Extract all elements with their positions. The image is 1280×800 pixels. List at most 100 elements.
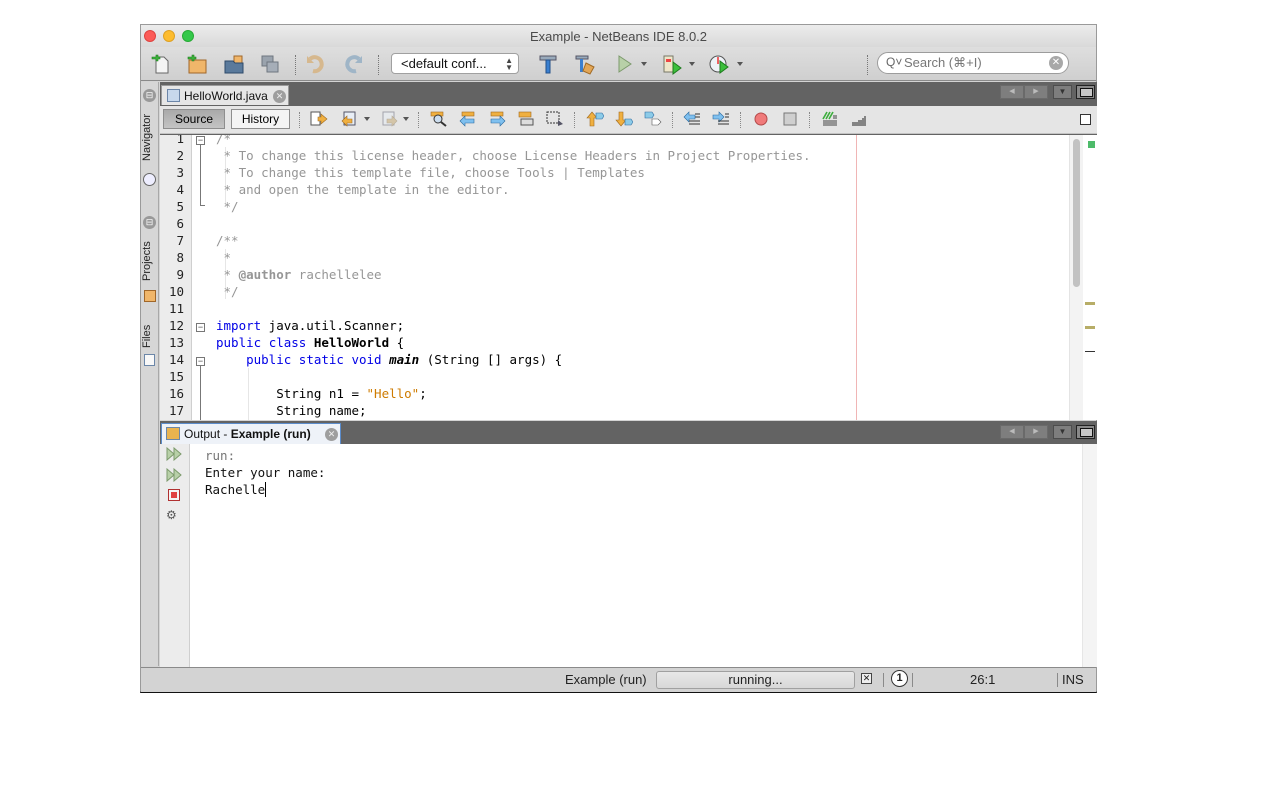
new-project-button[interactable] <box>185 53 209 75</box>
toolbar-separator <box>867 55 868 75</box>
toggle-highlight-search-button[interactable] <box>517 111 535 127</box>
side-tab-projects[interactable]: Projects <box>141 235 159 287</box>
maximize-output-button[interactable] <box>1076 425 1095 439</box>
run-project-button[interactable] <box>613 53 637 75</box>
comment-button[interactable] <box>821 111 839 127</box>
code-line[interactable]: 14 public static void main (String [] ar… <box>160 351 1097 368</box>
shift-line-right-button[interactable] <box>712 111 730 127</box>
scroll-tabs-left-button[interactable]: ◀ <box>1000 85 1024 99</box>
output-tab[interactable]: Output - Example (run) ✕ <box>161 423 341 444</box>
restore-projects-icon[interactable]: ⊟ <box>143 216 156 229</box>
close-tab-icon[interactable]: ✕ <box>273 90 286 103</box>
code-line[interactable]: 12import java.util.Scanner; <box>160 317 1097 334</box>
find-selection-button[interactable] <box>430 111 448 127</box>
uncomment-button[interactable] <box>850 111 868 127</box>
editor-tab-helloworld[interactable]: HelloWorld.java ✕ <box>161 85 289 105</box>
notification-count: 1 <box>896 672 902 684</box>
undo-button[interactable] <box>304 53 328 75</box>
debug-project-button[interactable] <box>660 53 684 75</box>
stop-button[interactable] <box>168 489 180 501</box>
code-line[interactable]: 3 * To change this template file, choose… <box>160 164 1097 181</box>
settings-button[interactable]: ⚙ <box>166 508 177 522</box>
last-edit-button[interactable] <box>310 111 328 127</box>
output-line: run: <box>205 447 235 464</box>
side-tab-navigator[interactable]: Navigator <box>141 108 159 166</box>
stop-macro-recording-button[interactable] <box>781 111 799 127</box>
next-bookmark-button[interactable] <box>615 111 633 127</box>
search-field[interactable]: Q˅ Search (⌘+I) ✕ <box>877 52 1069 74</box>
code-line[interactable]: 11 <box>160 300 1097 317</box>
code-text: * To change this template file, choose T… <box>216 164 645 181</box>
show-opened-documents-button[interactable]: ▼ <box>1053 85 1072 99</box>
code-line[interactable]: 17 String name; <box>160 402 1097 419</box>
scroll-output-tabs-left-button[interactable]: ◀ <box>1000 425 1024 439</box>
task-progress-bar[interactable]: running... <box>656 671 855 689</box>
start-macro-recording-button[interactable] <box>752 111 770 127</box>
output-window-menu-button[interactable]: ▼ <box>1053 425 1072 439</box>
clean-build-button[interactable] <box>573 53 597 75</box>
code-line[interactable]: 8 * <box>160 249 1097 266</box>
debug-dropdown-caret[interactable] <box>689 62 695 66</box>
warning-marker[interactable] <box>1085 302 1095 305</box>
forward-button[interactable] <box>380 111 398 127</box>
code-line[interactable]: 2 * To change this license header, choos… <box>160 147 1097 164</box>
forward-dropdown-caret[interactable] <box>403 117 409 121</box>
previous-bookmark-button[interactable] <box>586 111 604 127</box>
warning-marker[interactable] <box>1085 326 1095 329</box>
code-line[interactable]: 1/* <box>160 135 1097 147</box>
cancel-task-icon[interactable]: ✕ <box>861 673 872 684</box>
run-dropdown-caret[interactable] <box>641 62 647 66</box>
notifications-icon[interactable]: 1 <box>891 670 908 687</box>
code-line[interactable]: 16 String n1 = "Hello"; <box>160 385 1097 402</box>
code-line[interactable]: 9 * @author rachellelee <box>160 266 1097 283</box>
new-file-button[interactable] <box>149 53 173 75</box>
code-editor[interactable]: − − − 1/*2 * To change this license head… <box>160 135 1097 420</box>
toolbar-separator <box>378 55 379 75</box>
split-editor-icon[interactable] <box>1080 114 1091 125</box>
find-next-button[interactable] <box>488 111 506 127</box>
redo-button[interactable] <box>341 53 365 75</box>
source-view-button[interactable]: Source <box>163 109 225 129</box>
maximize-editor-button[interactable] <box>1076 85 1095 99</box>
code-line[interactable]: 4 * and open the template in the editor. <box>160 181 1097 198</box>
code-line[interactable]: 10 */ <box>160 283 1097 300</box>
close-output-tab-icon[interactable]: ✕ <box>325 428 338 441</box>
toggle-bookmark-button[interactable] <box>644 111 662 127</box>
rerun-button[interactable] <box>166 447 182 466</box>
find-previous-button[interactable] <box>459 111 477 127</box>
save-all-button[interactable] <box>258 53 282 75</box>
profile-dropdown-caret[interactable] <box>737 62 743 66</box>
back-button[interactable] <box>341 111 359 127</box>
build-project-button[interactable] <box>536 53 560 75</box>
back-dropdown-caret[interactable] <box>364 117 370 121</box>
open-project-button[interactable] <box>222 53 246 75</box>
editor-vertical-scrollbar[interactable] <box>1069 135 1083 420</box>
clear-search-icon[interactable]: ✕ <box>1049 56 1063 70</box>
code-line[interactable]: 7/** <box>160 232 1097 249</box>
insert-mode[interactable]: INS <box>1062 672 1084 687</box>
code-line[interactable]: 15 <box>160 368 1097 385</box>
scroll-tabs-right-button[interactable]: ▶ <box>1024 85 1048 99</box>
toolbar-separator <box>574 112 575 128</box>
save-all-icon <box>259 53 281 75</box>
line-number: 3 <box>160 164 184 181</box>
configuration-select[interactable]: <default conf... ▲▼ <box>391 53 519 74</box>
profile-project-button[interactable] <box>707 53 731 75</box>
scroll-output-tabs-right-button[interactable]: ▶ <box>1024 425 1048 439</box>
shift-right-icon <box>712 111 730 127</box>
code-line[interactable]: 5 */ <box>160 198 1097 215</box>
toolbar-separator <box>809 112 810 128</box>
toggle-rectangular-selection-button[interactable] <box>546 111 564 127</box>
code-line[interactable]: 6 <box>160 215 1097 232</box>
shift-line-left-button[interactable] <box>683 111 701 127</box>
rerun-with-params-button[interactable] <box>166 468 182 487</box>
output-vertical-scrollbar[interactable] <box>1082 444 1097 667</box>
code-line[interactable]: 13public class HelloWorld { <box>160 334 1097 351</box>
restore-navigator-icon[interactable]: ⊟ <box>143 89 156 102</box>
side-tab-files[interactable]: Files <box>141 320 159 352</box>
history-view-button[interactable]: History <box>231 109 290 129</box>
editor-scroll-thumb[interactable] <box>1073 139 1080 287</box>
rerun-params-icon <box>166 468 182 482</box>
output-console[interactable]: ⚙ run:Enter your name:Rachelle <box>160 444 1097 667</box>
editor-toolbar: Source History <box>160 106 1097 134</box>
